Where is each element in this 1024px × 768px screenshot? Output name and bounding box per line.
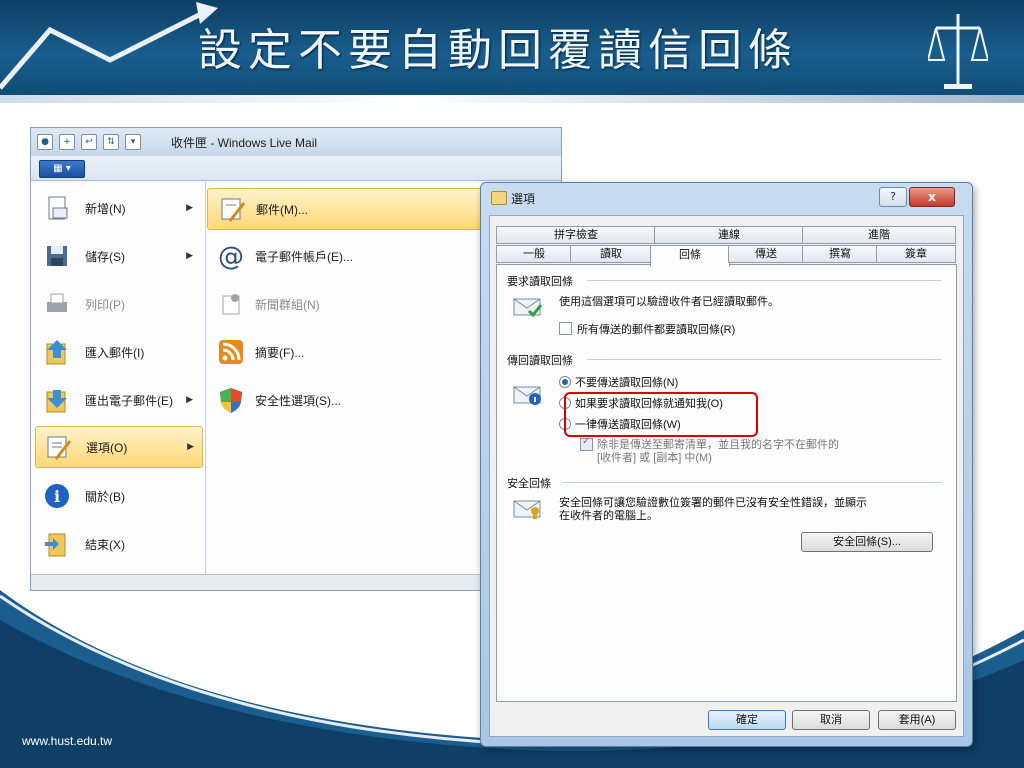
- menu-item-exit[interactable]: 結束(X): [35, 524, 201, 564]
- menu-label-print: 列印(P): [85, 297, 125, 312]
- floppy-disk-icon: [47, 246, 67, 266]
- menu-label-exit: 結束(X): [85, 537, 125, 552]
- newsgroup-icon: [222, 294, 240, 315]
- import-icon: [46, 340, 67, 365]
- menu-item-import[interactable]: 匯入郵件(I): [35, 332, 201, 372]
- chevron-down-icon[interactable]: ▾: [125, 134, 141, 150]
- options-icon: [47, 436, 72, 460]
- trend-arrow-icon: [0, 2, 218, 90]
- window-title: 收件匣 - Windows Live Mail: [171, 136, 318, 150]
- help-button[interactable]: ?: [879, 187, 907, 207]
- slide-title: 設定不要自動回覆讀信回條: [198, 25, 798, 76]
- tab-spelling[interactable]: 拼字檢查: [496, 226, 656, 244]
- group-request-receipts: 要求讀取回條: [507, 276, 573, 288]
- menu-label-save: 儲存(S): [85, 249, 125, 264]
- ok-button[interactable]: 確定: [708, 710, 786, 730]
- menu-label-options: 選項(O): [86, 440, 128, 455]
- printer-icon: [47, 293, 67, 312]
- tab-signatures[interactable]: 簽章: [876, 245, 956, 263]
- svg-text:@: @: [218, 242, 244, 270]
- tab-compose[interactable]: 撰寫: [802, 245, 878, 263]
- secure-desc-line2: 在收件者的電腦上。: [559, 510, 658, 522]
- request-all-label: 所有傳送的郵件都要讀取回條(R): [577, 324, 736, 336]
- submenu-label-email-accounts: 電子郵件帳戶(E)...: [255, 250, 353, 264]
- apply-button[interactable]: 套用(A): [878, 710, 956, 730]
- menu-item-export[interactable]: 匯出電子郵件(E) ▶: [35, 380, 201, 420]
- dialog-body: 拼字檢查 連線 進階 一般 讀取 要求讀取回條 使用這個選項可以驗證收件者已經讀…: [489, 215, 964, 737]
- submenu-arrow-icon: ▶: [186, 251, 193, 261]
- export-icon: [46, 390, 67, 413]
- options-dialog: 選項 ? x 拼字檢查 連線 進階 一般 讀取 要求讀取回條 使用這個選項可以驗…: [480, 182, 973, 747]
- info-icon: i: [45, 484, 69, 508]
- menu-label-about: 關於(B): [85, 489, 125, 504]
- menu-label-export: 匯出電子郵件(E): [85, 393, 173, 408]
- envelope-check-icon: [513, 298, 543, 317]
- tab-read[interactable]: 讀取: [570, 245, 652, 263]
- mailing-list-label-line2: [收件者] 或 [副本] 中(M): [597, 452, 712, 464]
- at-sign-icon: @: [218, 242, 244, 270]
- app-menu-left: 新增(N) ▶ 儲存(S) ▶ 列印(P) 匯入郵件(I) 匯出電子郵件(E) ▶ 選…: [31, 182, 206, 574]
- quick-access-toolbar: ● + ↩ ⇅ ▾: [37, 133, 141, 151]
- menu-label-import: 匯入郵件(I): [85, 345, 145, 360]
- close-button[interactable]: x: [909, 187, 955, 207]
- mailing-list-checkbox[interactable]: [580, 436, 593, 451]
- menu-item-print[interactable]: 列印(P): [35, 284, 201, 324]
- new-document-icon: [48, 196, 68, 220]
- rss-feed-icon: [219, 340, 243, 364]
- svg-text:i: i: [54, 487, 60, 506]
- send-receive-icon[interactable]: ⇅: [103, 134, 119, 150]
- submenu-label-feeds: 摘要(F)...: [255, 346, 305, 360]
- slide-header: 設定不要自動回覆讀信回條: [0, 0, 1024, 100]
- tab-advanced[interactable]: 進階: [802, 226, 956, 244]
- footer-url: www.hust.edu.tw: [22, 734, 113, 748]
- highlight-box: [564, 392, 758, 437]
- tab-receipts[interactable]: 回條: [650, 245, 730, 267]
- menu-label-new: 新增(N): [85, 201, 126, 216]
- radio-never-send[interactable]: [559, 376, 571, 388]
- exit-icon: [45, 533, 66, 557]
- request-desc: 使用這個選項可以驗證收件者已經讀取郵件。: [559, 296, 779, 308]
- submenu-arrow-icon: ▶: [186, 203, 193, 213]
- header-divider: [0, 95, 1024, 103]
- group-divider: [563, 482, 942, 483]
- app-logo-icon: ●: [37, 134, 53, 150]
- submenu-arrow-icon: ▶: [187, 442, 194, 452]
- tab-send[interactable]: 傳送: [728, 245, 804, 263]
- tab-connection[interactable]: 連線: [654, 226, 804, 244]
- group-secure-receipts: 安全回條: [507, 478, 551, 490]
- request-all-checkbox[interactable]: [559, 322, 572, 335]
- secure-receipts-button[interactable]: 安全回條(S)...: [801, 532, 933, 552]
- wlm-titlebar: ● + ↩ ⇅ ▾ 收件匣 - Windows Live Mail: [31, 128, 561, 156]
- app-menu-button[interactable]: ▦ ▾: [39, 160, 85, 178]
- submenu-arrow-icon: ▶: [186, 395, 193, 405]
- submenu-label-mail: 郵件(M)...: [256, 203, 308, 217]
- submenu-label-security-options: 安全性選項(S)...: [255, 394, 341, 408]
- reply-icon[interactable]: ↩: [81, 134, 97, 150]
- envelope-info-icon: [513, 386, 541, 405]
- group-divider: [587, 280, 942, 281]
- submenu-label-newsgroups: 新聞群組(N): [255, 298, 320, 312]
- menu-item-save[interactable]: 儲存(S) ▶: [35, 236, 201, 276]
- envelope-secure-icon: [513, 500, 541, 519]
- option-never-send: 不要傳送讀取回條(N): [575, 377, 679, 389]
- menu-item-about[interactable]: i 關於(B): [35, 476, 201, 516]
- menu-item-options[interactable]: 選項(O) ▶: [35, 426, 203, 468]
- shield-icon: [220, 388, 242, 413]
- group-return-receipts: 傳回讀取回條: [507, 355, 573, 367]
- menu-item-new[interactable]: 新增(N) ▶: [35, 188, 201, 228]
- tab-general[interactable]: 一般: [496, 245, 572, 263]
- mail-options-icon: [221, 198, 246, 222]
- scales-of-justice-icon: [928, 14, 988, 89]
- group-divider: [587, 359, 942, 360]
- ribbon-bar: [31, 156, 561, 181]
- dialog-title: 選項: [511, 192, 536, 206]
- cancel-button[interactable]: 取消: [792, 710, 870, 730]
- folder-icon: [491, 191, 507, 205]
- receipts-tab-panel: 要求讀取回條 使用這個選項可以驗證收件者已經讀取郵件。 所有傳送的郵件都要讀取回…: [496, 264, 957, 702]
- new-icon[interactable]: +: [59, 134, 75, 150]
